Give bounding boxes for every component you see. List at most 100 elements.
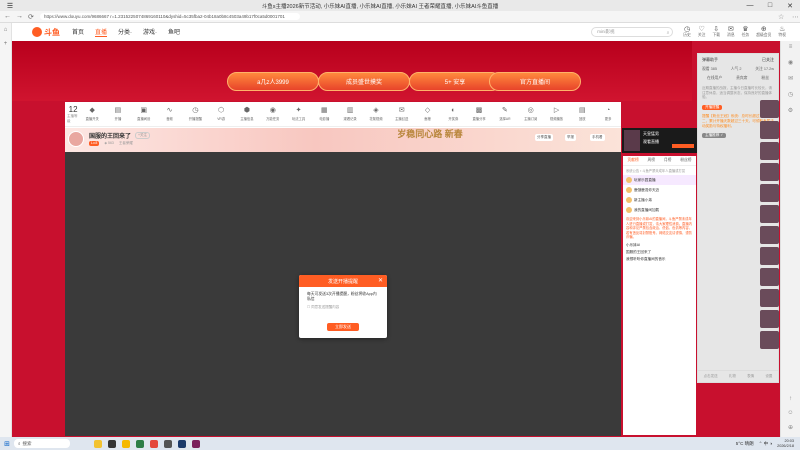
privilege-button[interactable]: ♨ 特权 — [778, 26, 786, 38]
history-button[interactable]: ◷ 历史 — [683, 26, 691, 38]
recommend-thumbnail[interactable] — [760, 247, 779, 265]
list-item[interactable]: 玩家乐园直播 — [623, 175, 696, 185]
toolbar-tool[interactable]: ◉ 万能任务 — [260, 107, 286, 121]
sidebar-home-icon[interactable]: ⌂ — [4, 27, 8, 33]
download-button[interactable]: ⇩ 下载 — [712, 26, 720, 38]
back-to-top-icon[interactable]: ↑ — [789, 396, 792, 402]
toolbar-tool[interactable]: ▦ 电影播 — [311, 107, 337, 121]
add-icon[interactable]: ⊕ — [788, 424, 793, 431]
mobile-watch-button[interactable]: 手机看 — [590, 134, 605, 141]
toolbar-tool[interactable]: ▣ 直播间设 — [131, 107, 157, 121]
toolbar-tool[interactable]: ✦ 玩法工具 — [286, 107, 312, 121]
recommend-thumbnail[interactable] — [760, 184, 779, 202]
tab-vip-seat[interactable]: 贵宾席 — [736, 76, 747, 81]
toolbar-tool[interactable]: ▤ 回放 — [569, 107, 595, 121]
tab-fans-list[interactable]: 粉丝 — [761, 76, 769, 81]
toolbar-tool[interactable]: ∿ 音频 — [157, 107, 183, 121]
toolbar-tool[interactable]: ◎ 主播订阅 — [518, 107, 544, 121]
recommend-thumbnail[interactable] — [760, 100, 779, 118]
tab-fans[interactable]: 粉丝榜 — [680, 158, 691, 163]
file-explorer-icon[interactable] — [122, 439, 130, 448]
report-button[interactable]: 举报 — [565, 134, 576, 141]
toolbar-tool[interactable]: ◈ 花絮视频 — [363, 107, 389, 121]
steam-icon[interactable] — [178, 439, 186, 448]
recommend-thumbnail[interactable] — [760, 205, 779, 223]
task-view-icon[interactable] — [108, 439, 116, 448]
recommend-thumbnail[interactable] — [760, 226, 779, 244]
nav-games[interactable]: 游戏· — [143, 27, 157, 37]
search-icon[interactable]: ⌕ — [667, 30, 670, 35]
tab-online-users[interactable]: 在线用户 — [707, 76, 722, 81]
toolbar-tool[interactable]: ✉ 主播幻送 — [389, 107, 415, 121]
url-field[interactable]: https://www.douyu.com/9686667 r=1.231522… — [40, 13, 300, 20]
minimize-button[interactable]: — — [740, 2, 760, 9]
toolbar-tool[interactable]: ◔ 更多 — [595, 107, 621, 121]
recommend-tag[interactable]: 主播推荐 ✓ — [702, 132, 727, 138]
toolbar-tool[interactable]: ▥ 观看记录 — [337, 107, 363, 121]
browser-icon[interactable] — [150, 439, 158, 448]
app-icon[interactable] — [192, 439, 200, 448]
gift-button[interactable]: 礼物 — [729, 374, 736, 379]
toolbar-tool[interactable]: ◷ 开播提醒 — [182, 107, 208, 121]
tab-week[interactable]: 周榜 — [648, 158, 656, 163]
nav-category[interactable]: 分类· — [118, 27, 132, 37]
message-button[interactable]: ✉ 消息 — [727, 26, 735, 38]
copilot-icon[interactable] — [94, 439, 102, 448]
list-item[interactable]: 鹿饿鹿逗你天迈 — [623, 185, 696, 195]
rail-gear-icon[interactable]: ⚙ — [788, 107, 793, 114]
nav-live[interactable]: 直播 — [95, 27, 108, 37]
follow-button[interactable]: ♡ 关注 — [698, 26, 706, 38]
browser-menu-icon[interactable]: ☰ — [0, 2, 20, 10]
tab-month[interactable]: 月榜 — [664, 158, 672, 163]
rail-live-icon[interactable]: ◉ — [788, 59, 793, 66]
toolbar-tool[interactable]: ▷ 视频播放 — [544, 107, 570, 121]
reminder-tag[interactable]: 开播提醒 — [702, 104, 723, 110]
assistant-follow-state[interactable]: 已关注 — [762, 57, 774, 63]
rail-menu-icon[interactable]: ≡ — [789, 44, 793, 50]
rail-history-icon[interactable]: ◷ — [788, 91, 793, 98]
forward-icon[interactable]: → — [16, 13, 23, 20]
send-now-button[interactable]: 立即发送 — [327, 323, 359, 331]
recommend-thumbnail[interactable] — [760, 310, 779, 328]
banner-pill-1[interactable]: a几z人3999 — [227, 72, 319, 91]
tray-icons[interactable]: ⌃ 中 ◑ — [759, 441, 773, 447]
taskbar-search[interactable]: ⌕ 搜索 — [14, 439, 70, 448]
site-logo[interactable]: 斗鱼 — [32, 27, 60, 38]
recommend-thumbnail[interactable] — [760, 268, 779, 286]
search-input[interactable]: mini影视 ⌕ — [591, 27, 674, 37]
clock[interactable]: 20:03 2026/2/18 — [777, 439, 794, 448]
maximize-button[interactable]: □ — [760, 2, 780, 9]
list-item[interactable]: 我的直播间加载 — [623, 205, 696, 215]
close-button[interactable]: ✕ — [780, 2, 800, 10]
toolbar-tool[interactable]: ✎ 选择AR — [492, 107, 518, 121]
toolbar-tool[interactable]: ◆ 直播开关 — [79, 107, 105, 121]
star-icon[interactable]: ☆ — [778, 13, 786, 21]
toolbar-tool[interactable]: ◐ 开奖券 — [440, 107, 466, 121]
toolbar-tool[interactable]: ▩ 直播分享 — [466, 107, 492, 121]
toolbar-tool[interactable]: ▤ 开播 — [105, 107, 131, 121]
promo-card[interactable]: 天皇猛男 观看直播 — [622, 128, 697, 153]
sidebar-add-icon[interactable]: + — [4, 41, 8, 47]
app-icon[interactable] — [164, 439, 172, 448]
feedback-icon[interactable]: ☺ — [787, 410, 793, 416]
back-icon[interactable]: ← — [4, 13, 11, 20]
task-button[interactable]: ♛ 任务 — [742, 26, 750, 38]
banner-pill-2[interactable]: 成员盛世摸奖 — [318, 72, 410, 91]
emoji-button[interactable]: 表情 — [747, 374, 754, 379]
dialog-checkbox[interactable]: ☐ 同意发送提醒内容 — [307, 305, 379, 310]
recommend-thumbnail[interactable] — [760, 142, 779, 160]
category-tag[interactable]: 王者荣耀 — [119, 141, 133, 146]
rail-mail-icon[interactable]: ✉ — [788, 75, 793, 82]
recommend-thumbnail[interactable] — [760, 331, 779, 349]
extensions-icon[interactable]: ⋯ — [792, 13, 800, 21]
vip-button[interactable]: ⊕ 超级会员 — [756, 26, 771, 38]
banner-pill-3[interactable]: 5+ 安享 — [409, 72, 501, 91]
tab-contribution[interactable]: 贡献榜 — [627, 158, 638, 163]
windows-start-icon[interactable]: ⊞ — [0, 440, 14, 448]
app-icon[interactable] — [136, 439, 144, 448]
banner-pill-4[interactable]: 官方直播间 — [489, 72, 581, 91]
nav-fishbar[interactable]: 鱼吧 — [168, 27, 180, 37]
recommend-thumbnail[interactable] — [760, 289, 779, 307]
share-button[interactable]: 分享直播 — [535, 134, 553, 141]
toolbar-tool[interactable]: ⬡ VR游 — [208, 107, 234, 121]
